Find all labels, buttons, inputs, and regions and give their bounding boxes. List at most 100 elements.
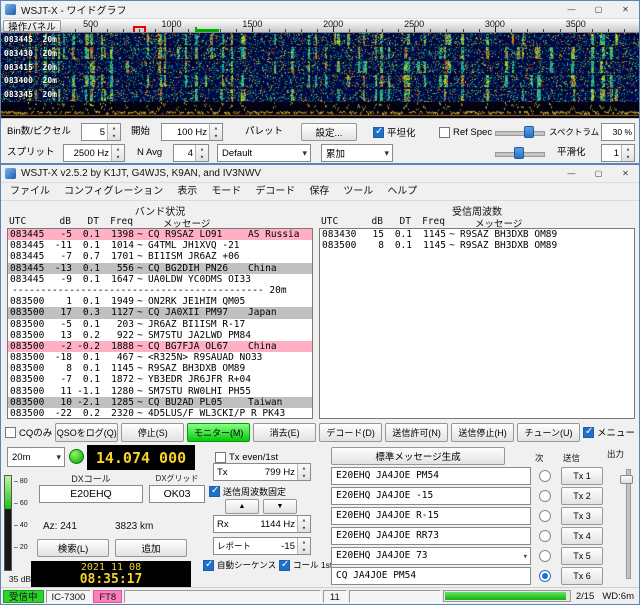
monitor-button[interactable]: モニター(M)	[187, 423, 250, 442]
adjust-button[interactable]: 設定...	[301, 123, 357, 141]
decode-row[interactable]: 083445-90.11647~UA0LDW YC0DMS OI33	[8, 274, 312, 285]
decode-row[interactable]: 083500-2-0.21888~CQ BG7FJA OL67China	[8, 341, 312, 352]
halt-tx-button[interactable]: 送信停止(H)	[451, 423, 514, 442]
spin-up-icon[interactable]	[298, 464, 310, 472]
slider-thumb[interactable]	[514, 147, 524, 159]
average-mode-select[interactable]: 累加	[321, 144, 393, 162]
spin-down-icon[interactable]	[298, 524, 310, 532]
spinner-arrows-icon[interactable]	[209, 124, 222, 140]
decode-row[interactable]: 08350011-1.11280~SM7STU RW0LHI PH55	[8, 386, 312, 397]
decode-row[interactable]: 083500-180.1467~<R325N> R9SAUAD NO33	[8, 352, 312, 363]
generate-messages-button[interactable]: 標準メッセージ生成	[331, 447, 505, 465]
waterfall-gain-slider[interactable]	[495, 123, 545, 141]
maximize-icon[interactable]: ▢	[585, 165, 612, 182]
decode-row[interactable]: 08350080.11145~R9SAZ BH3DXB OM89	[8, 363, 312, 374]
menu-item[interactable]: ヘルプ	[380, 183, 424, 201]
decode-row[interactable]: 083445-110.11014~G4TML JH1XVQ -21	[8, 240, 312, 251]
tx-now-button[interactable]: Tx 6	[561, 567, 603, 585]
spinner-arrows-icon[interactable]	[195, 145, 208, 161]
tx-next-radio[interactable]	[539, 490, 551, 502]
tx-message-field[interactable]: CQ JA4JOE PM54	[331, 567, 531, 585]
tx-message-field[interactable]: E20EHQ JA4JOE R-15	[331, 507, 531, 525]
close-icon[interactable]: ✕	[612, 165, 639, 182]
decode-button[interactable]: デコード(D)	[319, 423, 382, 442]
tx-freq-up-button[interactable]: ▲	[225, 499, 259, 514]
report-spinbox[interactable]: レポート -15	[213, 537, 311, 555]
flatten-checkbox[interactable]: 平坦化	[373, 124, 416, 140]
tx-next-radio[interactable]	[539, 550, 551, 562]
log-qso-button[interactable]: QSOをログ(Q)	[55, 423, 118, 442]
band-activity-list[interactable]: 083445-50.11398~CQ R9SAZ LO91AS Russia08…	[7, 228, 313, 419]
decode-row[interactable]: 083500170.31127~CQ JA0XII PM97Japan	[8, 307, 312, 318]
enable-tx-button[interactable]: 送信許可(N)	[385, 423, 448, 442]
spin-down-icon[interactable]	[298, 546, 310, 554]
minimize-icon[interactable]: —	[558, 1, 585, 18]
output-power-slider[interactable]	[619, 469, 635, 579]
spin-up-icon[interactable]	[112, 145, 124, 153]
tx-now-button[interactable]: Tx 5	[561, 547, 603, 565]
spinner-arrows-icon[interactable]	[297, 538, 310, 554]
spin-up-icon[interactable]	[210, 124, 222, 132]
slider-thumb[interactable]	[620, 475, 633, 484]
spinner-arrows-icon[interactable]	[297, 516, 310, 532]
tx-now-button[interactable]: Tx 4	[561, 527, 603, 545]
menu-item[interactable]: コンフィグレーション	[57, 183, 170, 201]
lookup-button[interactable]: 検索(L)	[37, 539, 109, 557]
add-button[interactable]: 追加	[115, 539, 187, 557]
main-titlebar[interactable]: WSJT-X v2.5.2 by K1JT, G4WJS, K9AN, and …	[1, 165, 639, 183]
tx-message-field[interactable]: E20EHQ JA4JOE PM54	[331, 467, 531, 485]
spin-up-icon[interactable]	[298, 538, 310, 546]
spin-down-icon[interactable]	[108, 132, 120, 140]
minimize-icon[interactable]: —	[558, 165, 585, 182]
waterfall-canvas[interactable]	[1, 33, 639, 102]
start-spinbox[interactable]: 100 Hz	[161, 123, 223, 141]
spectrum-gain-slider[interactable]	[495, 144, 545, 162]
tx-next-radio[interactable]	[539, 530, 551, 542]
auto-seq-checkbox[interactable]: 自動シーケンス	[203, 557, 276, 573]
menu-item[interactable]: デコード	[248, 183, 302, 201]
decode-row[interactable]: 083445-130.1556~CQ BG2DIH PN26China	[8, 263, 312, 274]
decode-row[interactable]: 08350080.11145~R9SAZ BH3DXB OM89	[320, 240, 634, 251]
spin-up-icon[interactable]	[622, 145, 634, 153]
spin-down-icon[interactable]	[112, 153, 124, 161]
menu-item[interactable]: 保存	[302, 183, 336, 201]
decode-row[interactable]: 083500-70.11872~YB3EDR JR6JFR R+04	[8, 374, 312, 385]
decode-row[interactable]: 083430150.11145~R9SAZ BH3DXB OM89	[320, 229, 634, 240]
spinner-arrows-icon[interactable]	[111, 145, 124, 161]
bins-spinbox[interactable]: 5	[81, 123, 121, 141]
decode-row[interactable]: 083445-70.71701~BI1ISM JR6AZ +06	[8, 251, 312, 262]
tx-freq-spinbox[interactable]: Tx 799 Hz	[213, 463, 311, 481]
decode-row[interactable]: 08350010-2.11285~CQ BU2AD PL05Taiwan	[8, 397, 312, 408]
decode-row[interactable]: 08350010.11949~ON2RK JE1HIM QM05	[8, 296, 312, 307]
decode-row[interactable]: 083445-50.11398~CQ R9SAZ LO91AS Russia	[8, 229, 312, 240]
close-icon[interactable]: ✕	[612, 1, 639, 18]
frequency-scale[interactable]: 500100015002000250030003500	[1, 19, 639, 33]
tx-freq-down-button[interactable]: ▼	[263, 499, 297, 514]
spin-up-icon[interactable]	[298, 516, 310, 524]
slider-thumb[interactable]	[524, 126, 534, 138]
menu-item[interactable]: ツール	[336, 183, 380, 201]
menu-item[interactable]: ファイル	[3, 183, 57, 201]
tune-button[interactable]: チューン(U)	[517, 423, 580, 442]
spinner-arrows-icon[interactable]	[297, 464, 310, 480]
menu-item[interactable]: 表示	[170, 183, 204, 201]
menu-item[interactable]: モード	[204, 183, 248, 201]
tx-next-radio[interactable]	[539, 470, 551, 482]
spin-down-icon[interactable]	[196, 153, 208, 161]
rx-freq-spinbox[interactable]: Rx 1144 Hz	[213, 515, 311, 533]
tx-message-field[interactable]: E20EHQ JA4JOE 73▾	[331, 547, 531, 565]
smooth-spinbox[interactable]: 1	[601, 144, 635, 162]
navg-spinbox[interactable]: 4	[173, 144, 209, 162]
spinner-arrows-icon[interactable]	[107, 124, 120, 140]
tx-message-field[interactable]: E20EHQ JA4JOE -15	[331, 487, 531, 505]
split-spinbox[interactable]: 2500 Hz	[63, 144, 125, 162]
tx-message-field[interactable]: E20EHQ JA4JOE RR73	[331, 527, 531, 545]
spin-down-icon[interactable]	[210, 132, 222, 140]
tx-next-radio[interactable]	[539, 510, 551, 522]
spectrum-spinbox[interactable]: 30 %	[601, 123, 635, 141]
spin-up-icon[interactable]	[108, 124, 120, 132]
tx-now-button[interactable]: Tx 2	[561, 487, 603, 505]
spin-up-icon[interactable]	[196, 145, 208, 153]
palette-select[interactable]: Default	[217, 144, 311, 162]
erase-button[interactable]: 消去(E)	[253, 423, 316, 442]
